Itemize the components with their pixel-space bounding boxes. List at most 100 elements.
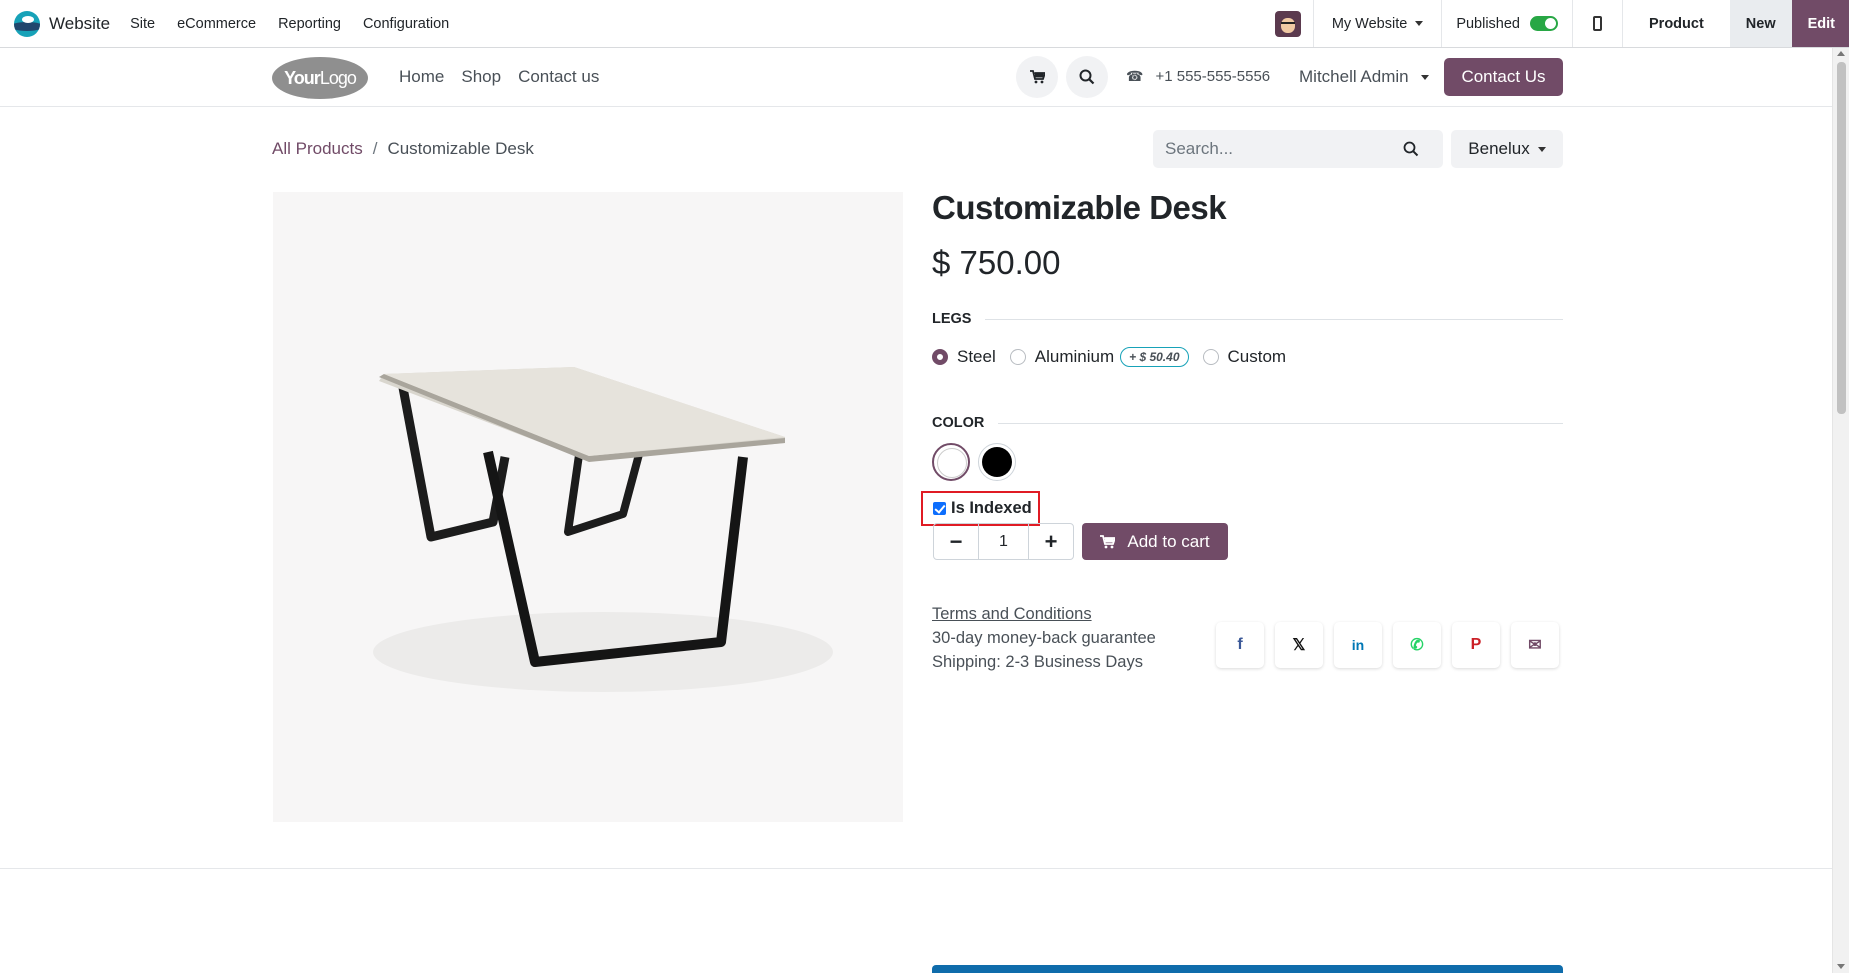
- menu-ecommerce[interactable]: eCommerce: [177, 16, 256, 32]
- mobile-icon: [1593, 16, 1602, 31]
- product-title: Customizable Desk: [932, 189, 1227, 226]
- pricelist-dropdown[interactable]: Benelux: [1451, 130, 1563, 168]
- phone-icon: ☎: [1126, 68, 1144, 84]
- share-facebook-button[interactable]: f: [1216, 622, 1264, 668]
- is-indexed-field: Is Indexed: [921, 491, 1040, 526]
- logo-text-bold: Your: [284, 67, 321, 88]
- legs-option-custom[interactable]: Custom: [1202, 347, 1287, 367]
- mobile-preview-button[interactable]: [1573, 0, 1623, 47]
- product-image[interactable]: [273, 192, 903, 822]
- search-icon[interactable]: [1403, 141, 1419, 157]
- option-label: Custom: [1227, 347, 1287, 366]
- scrollbar-thumb[interactable]: [1837, 62, 1846, 414]
- chevron-down-icon: [1415, 21, 1424, 26]
- share-whatsapp-button[interactable]: ✆: [1393, 622, 1441, 668]
- plus-button[interactable]: +: [1029, 524, 1073, 559]
- app-name: Website: [49, 13, 111, 33]
- breadcrumb-current: Customizable Desk: [387, 139, 534, 158]
- whatsapp-icon: ✆: [1410, 637, 1424, 654]
- is-indexed-label: Is Indexed: [951, 499, 1032, 517]
- minus-button[interactable]: −: [934, 524, 978, 559]
- attribute-color-heading: COLOR: [932, 415, 1563, 431]
- radio-icon[interactable]: [1202, 349, 1219, 365]
- product-terms: Terms and Conditions 30-day money-back g…: [932, 602, 1156, 674]
- add-to-cart-button[interactable]: Add to cart: [1082, 523, 1228, 560]
- option-label: Aluminium: [1034, 347, 1115, 366]
- website-header: Your Logo Home Shop Contact us ☎ +1 555-5…: [0, 48, 1832, 107]
- guarantee-text: 30-day money-back guarantee: [932, 629, 1156, 647]
- email-icon: ✉: [1528, 637, 1542, 654]
- menu-site[interactable]: Site: [130, 16, 155, 32]
- divider: [998, 422, 1563, 424]
- add-to-cart-label: Add to cart: [1127, 531, 1210, 551]
- phone-link[interactable]: ☎ +1 555-555-5556: [1126, 68, 1270, 85]
- share-email-button[interactable]: ✉: [1511, 622, 1559, 668]
- user-name: Mitchell Admin: [1299, 67, 1409, 86]
- search-input[interactable]: [1153, 139, 1393, 159]
- color-options: [932, 443, 1024, 481]
- toggle-switch-icon[interactable]: [1530, 16, 1558, 31]
- breadcrumb-all-products[interactable]: All Products: [272, 139, 363, 158]
- radio-selected-icon[interactable]: [932, 349, 948, 365]
- chevron-down-icon: [1537, 146, 1546, 152]
- terms-link[interactable]: Terms and Conditions: [932, 602, 1156, 626]
- nav-home[interactable]: Home: [399, 67, 444, 87]
- page-scrollbar[interactable]: [1832, 48, 1849, 973]
- next-section-block: [932, 965, 1563, 973]
- divider: [985, 318, 1563, 320]
- site-nav: Home Shop Contact us: [399, 67, 616, 87]
- legs-option-steel[interactable]: Steel: [932, 347, 996, 367]
- breadcrumb: All Products / Customizable Desk: [272, 139, 534, 159]
- attribute-legs-heading: LEGS: [932, 311, 1563, 327]
- x-icon: 𝕏: [1292, 637, 1306, 654]
- option-label: Steel: [957, 347, 996, 366]
- color-swatch-white[interactable]: [932, 443, 970, 481]
- quantity-stepper: − 1 +: [933, 523, 1074, 560]
- color-swatch-black[interactable]: [978, 443, 1016, 481]
- minus-icon: −: [949, 528, 963, 554]
- user-dropdown[interactable]: Mitchell Admin: [1299, 67, 1430, 87]
- linkedin-icon: in: [1351, 637, 1365, 653]
- legs-option-aluminium[interactable]: Aluminium + $ 50.40: [1009, 347, 1189, 367]
- facebook-icon: f: [1237, 636, 1243, 653]
- cart-button[interactable]: [1016, 56, 1058, 98]
- scroll-down-icon[interactable]: [1837, 964, 1845, 969]
- pricelist-label: Benelux: [1468, 139, 1530, 158]
- search-button[interactable]: [1066, 56, 1108, 98]
- scroll-up-icon[interactable]: [1837, 51, 1845, 56]
- shipping-text: Shipping: 2-3 Business Days: [932, 653, 1143, 671]
- share-pinterest-button[interactable]: P: [1452, 622, 1500, 668]
- chevron-down-icon: [1421, 75, 1430, 81]
- user-avatar-button[interactable]: [1264, 0, 1314, 47]
- pinterest-icon: P: [1470, 636, 1482, 653]
- radio-icon[interactable]: [1009, 349, 1026, 365]
- menu-reporting[interactable]: Reporting: [278, 16, 341, 32]
- new-button[interactable]: New: [1729, 0, 1792, 47]
- product-button[interactable]: Product: [1623, 0, 1730, 47]
- admin-navbar: Website Site eCommerce Reporting Configu…: [0, 0, 1849, 48]
- avatar: [1275, 10, 1302, 37]
- share-buttons: f 𝕏 in ✆ P ✉: [1216, 622, 1570, 668]
- website-selector-label: My Website: [1331, 15, 1408, 32]
- nav-contact-us[interactable]: Contact us: [518, 67, 599, 87]
- cart-icon: [1100, 534, 1116, 548]
- edit-button[interactable]: Edit: [1791, 0, 1849, 47]
- contact-us-button[interactable]: Contact Us: [1444, 58, 1563, 96]
- quantity-input[interactable]: 1: [978, 524, 1029, 559]
- published-toggle[interactable]: Published: [1442, 0, 1573, 47]
- search-icon: [1079, 69, 1095, 85]
- attribute-legs-label: LEGS: [932, 311, 972, 327]
- logo-text: Logo: [319, 67, 357, 88]
- app-switcher[interactable]: Website: [14, 10, 111, 37]
- website-selector[interactable]: My Website: [1314, 0, 1443, 47]
- share-linkedin-button[interactable]: in: [1334, 622, 1382, 668]
- is-indexed-checkbox[interactable]: [933, 502, 946, 515]
- desk-illustration: [373, 367, 833, 692]
- website-app-icon: [14, 10, 40, 37]
- menu-configuration[interactable]: Configuration: [363, 16, 449, 32]
- extra-price-badge: + $ 50.40: [1120, 347, 1189, 367]
- nav-shop[interactable]: Shop: [461, 67, 501, 87]
- share-x-button[interactable]: 𝕏: [1275, 622, 1323, 668]
- site-logo[interactable]: Your Logo: [272, 57, 368, 99]
- product-price: $ 750.00: [932, 244, 1061, 281]
